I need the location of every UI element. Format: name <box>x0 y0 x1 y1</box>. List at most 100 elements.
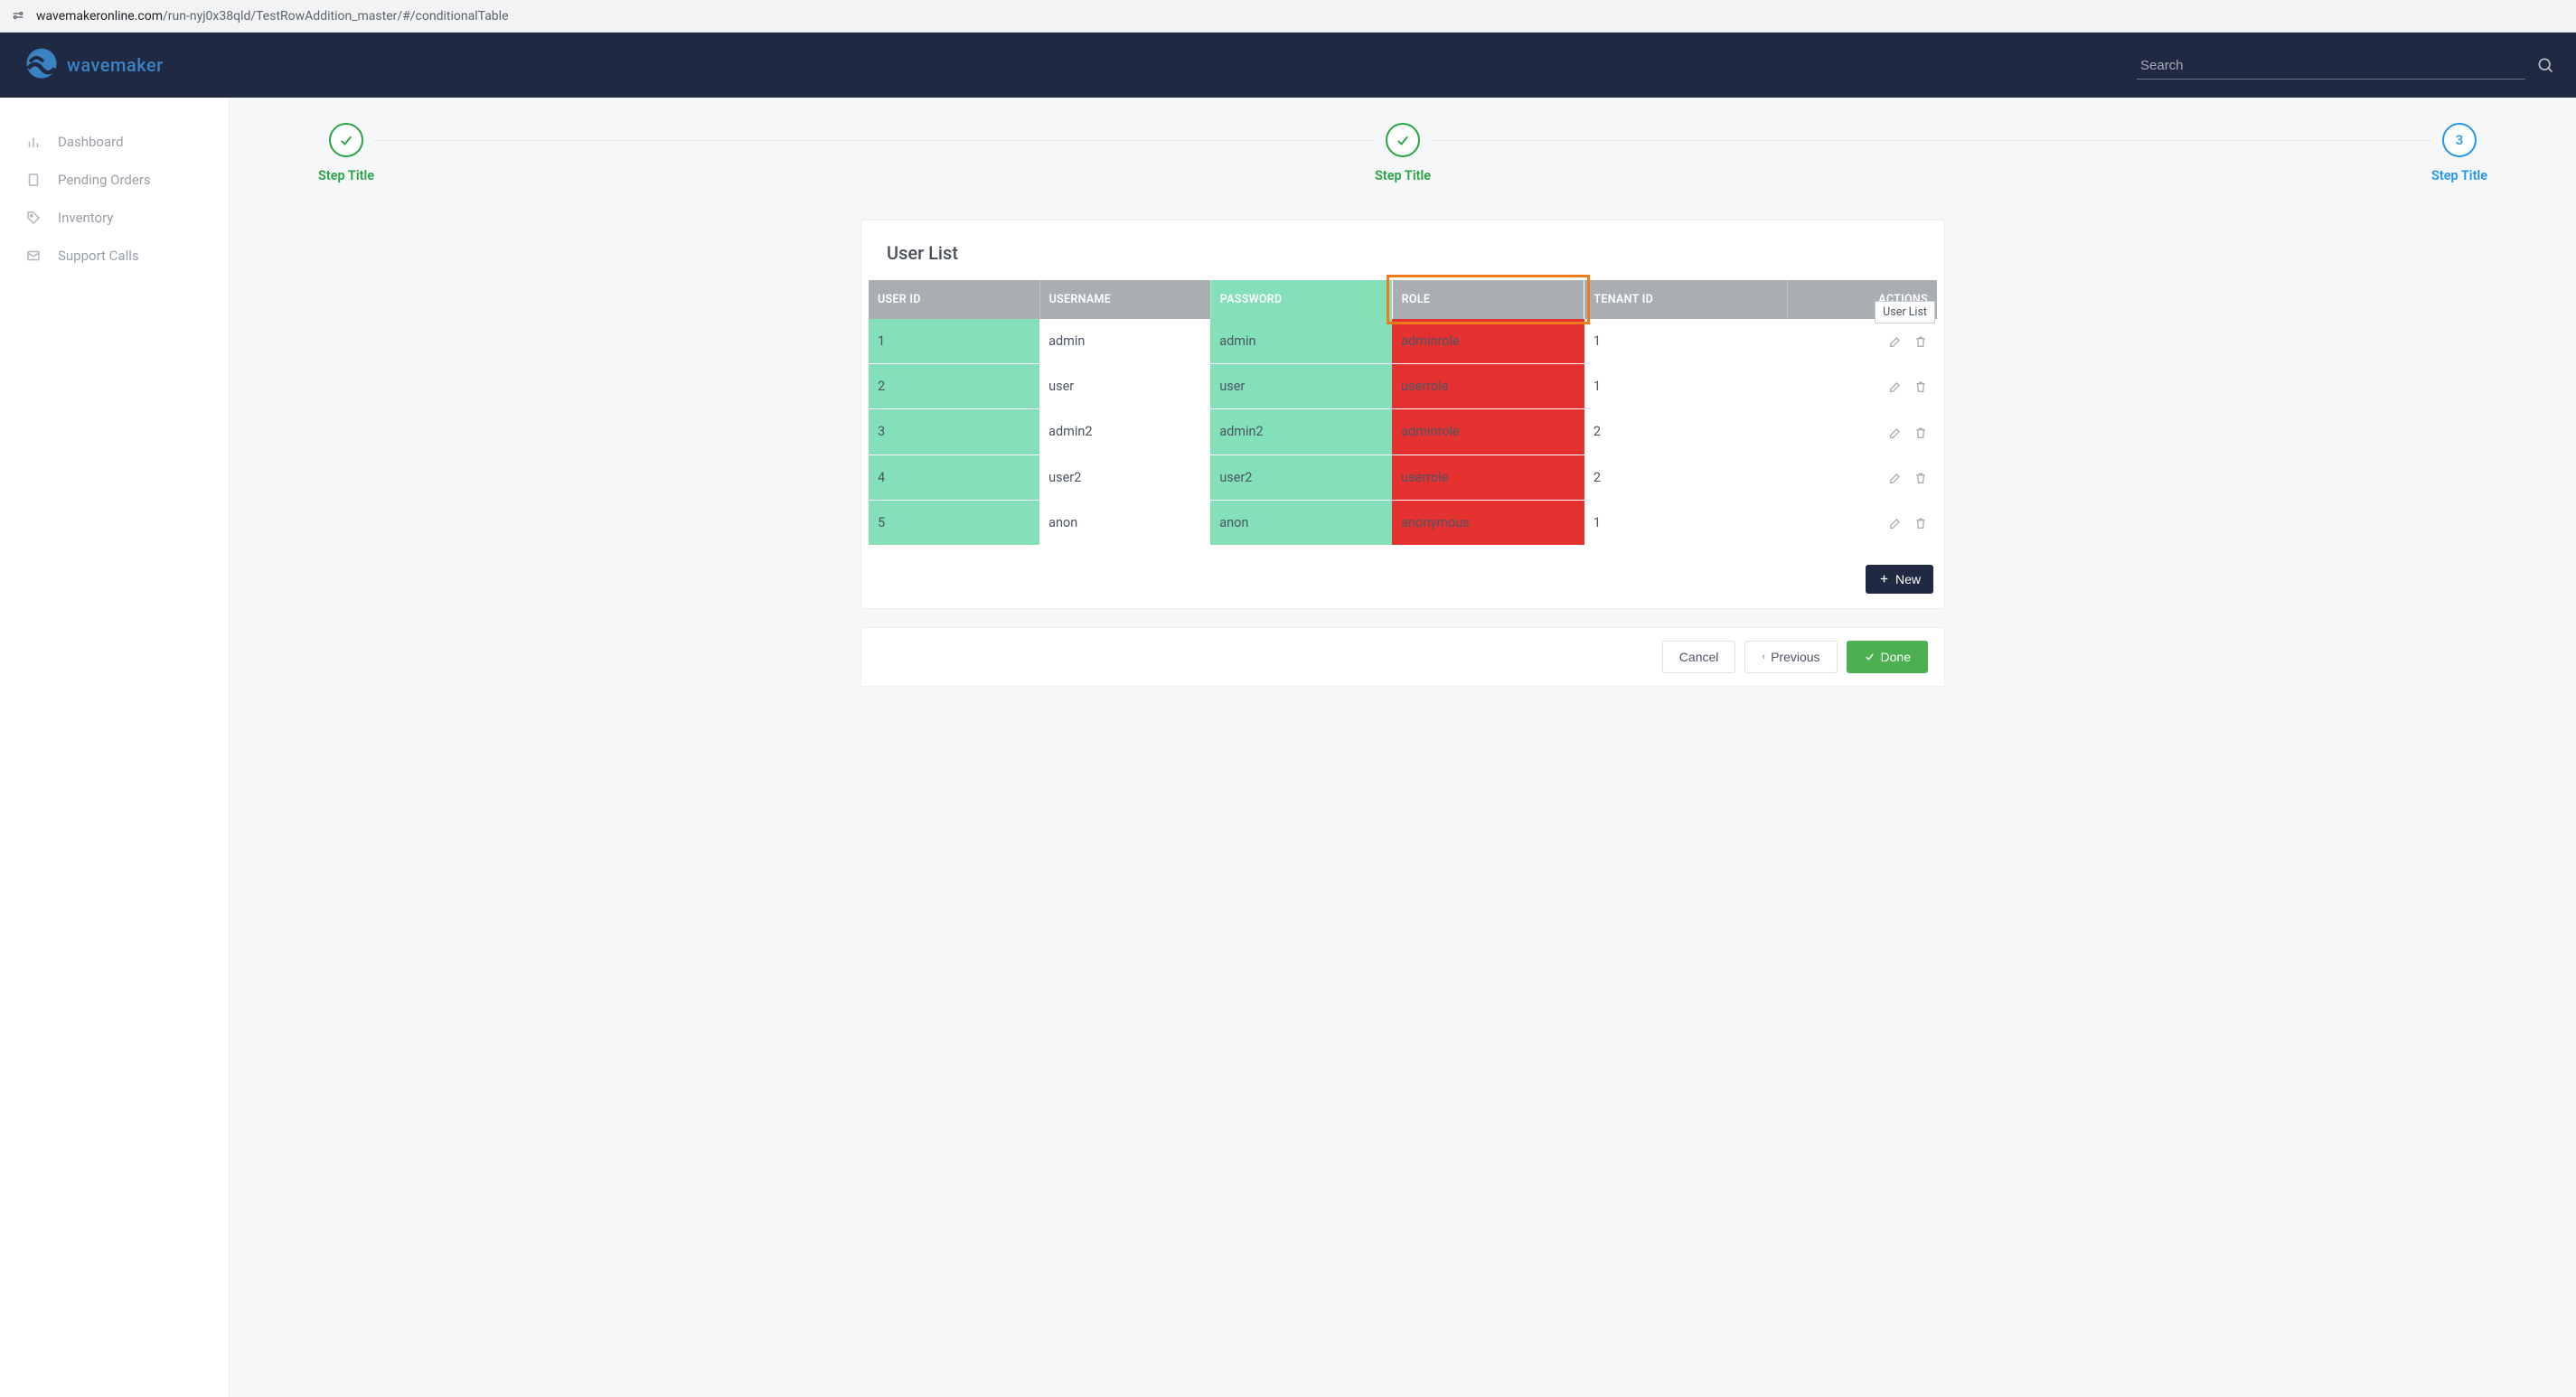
cell-role: adminrole <box>1392 409 1584 455</box>
cell-username: admin2 <box>1039 409 1210 455</box>
delete-icon[interactable] <box>1913 380 1928 394</box>
table-body: 1adminadminadminrole12useruseruserrole13… <box>869 319 1937 545</box>
cell-role: adminrole <box>1392 319 1584 364</box>
sidebar-item-label: Inventory <box>58 210 113 226</box>
table-row[interactable]: 3admin2admin2adminrole2 <box>869 409 1937 455</box>
step-3[interactable]: 3 Step Title <box>2431 123 2487 183</box>
cancel-label: Cancel <box>1679 650 1719 664</box>
cell-actions <box>1787 364 1937 409</box>
step-label: Step Title <box>1375 168 1431 183</box>
cell-actions <box>1787 500 1937 545</box>
edit-icon[interactable] <box>1888 334 1903 349</box>
brand-text: wavemaker <box>67 54 164 76</box>
delete-icon[interactable] <box>1913 516 1928 530</box>
edit-icon[interactable] <box>1888 380 1903 394</box>
cell-tenant-id: 2 <box>1584 455 1788 500</box>
sidebar-item-inventory[interactable]: Inventory <box>0 199 229 237</box>
new-button[interactable]: New <box>1866 565 1933 594</box>
cell-user-id: 5 <box>869 500 1039 545</box>
url-text[interactable]: wavemakeronline.com/run-nyj0x38qld/TestR… <box>36 9 509 23</box>
step-2[interactable]: Step Title <box>1375 123 1431 183</box>
cell-role: userrole <box>1392 364 1584 409</box>
sidebar-item-label: Pending Orders <box>58 172 151 188</box>
cell-actions <box>1787 409 1937 455</box>
delete-icon[interactable] <box>1913 334 1928 349</box>
url-host: wavemakeronline.com <box>36 9 163 23</box>
step-connector <box>1431 140 2431 141</box>
step-1[interactable]: Step Title <box>318 123 374 183</box>
cell-password: anon <box>1210 500 1392 545</box>
delete-icon[interactable] <box>1913 426 1928 440</box>
cell-tenant-id: 1 <box>1584 319 1788 364</box>
wizard-footer: Cancel ‹ Previous Done <box>860 627 1945 687</box>
tooltip-user-list: User List <box>1875 301 1935 323</box>
cell-actions <box>1787 319 1937 364</box>
col-tenant-id[interactable]: TENANT ID <box>1584 280 1788 319</box>
user-list-card: User List User List USER ID USERNAME PAS… <box>860 220 1945 609</box>
url-path: /run-nyj0x38qld/TestRowAddition_master/#… <box>163 9 509 23</box>
cell-username: admin <box>1039 319 1210 364</box>
cell-user-id: 2 <box>869 364 1039 409</box>
table-row[interactable]: 1adminadminadminrole1 <box>869 319 1937 364</box>
wizard-stepper: Step Title Step Title 3 Step Title <box>318 123 2487 183</box>
check-icon <box>338 132 354 148</box>
edit-icon[interactable] <box>1888 426 1903 440</box>
chart-icon <box>25 134 42 150</box>
col-role[interactable]: ROLE <box>1392 280 1584 319</box>
sidebar-item-label: Dashboard <box>58 134 124 150</box>
chevron-left-icon: ‹ <box>1762 652 1765 662</box>
sidebar-item-pending-orders[interactable]: Pending Orders <box>0 161 229 199</box>
col-password[interactable]: PASSWORD <box>1210 280 1392 319</box>
table-row[interactable]: 2useruseruserrole1 <box>869 364 1937 409</box>
sidebar: Dashboard Pending Orders Inventory Suppo… <box>0 98 230 1397</box>
search-icon[interactable] <box>2536 56 2554 74</box>
table-row[interactable]: 4user2user2userrole2 <box>869 455 1937 500</box>
cell-password: admin2 <box>1210 409 1392 455</box>
delete-icon[interactable] <box>1913 471 1928 485</box>
mail-icon <box>25 248 42 264</box>
step-connector <box>374 140 1375 141</box>
main-content: Step Title Step Title 3 Step Title User … <box>230 98 2576 1397</box>
cell-password: user <box>1210 364 1392 409</box>
cell-tenant-id: 2 <box>1584 409 1788 455</box>
cell-password: admin <box>1210 319 1392 364</box>
done-button[interactable]: Done <box>1847 641 1928 673</box>
cell-password: user2 <box>1210 455 1392 500</box>
step-number: 3 <box>2442 123 2477 157</box>
done-label: Done <box>1881 650 1911 664</box>
document-icon <box>25 172 42 188</box>
previous-label: Previous <box>1771 650 1819 664</box>
cell-username: user <box>1039 364 1210 409</box>
site-settings-icon[interactable] <box>11 8 27 24</box>
step-label: Step Title <box>318 168 374 183</box>
cancel-button[interactable]: Cancel <box>1662 641 1736 673</box>
table-row[interactable]: 5anonanonanonymous1 <box>869 500 1937 545</box>
cell-tenant-id: 1 <box>1584 364 1788 409</box>
sidebar-item-support-calls[interactable]: Support Calls <box>0 237 229 275</box>
table-header-row: USER ID USERNAME PASSWORD ROLE TENANT ID… <box>869 280 1937 319</box>
cell-user-id: 1 <box>869 319 1039 364</box>
card-title: User List <box>861 220 1944 280</box>
col-username[interactable]: USERNAME <box>1039 280 1210 319</box>
plus-icon <box>1878 573 1890 585</box>
search-input[interactable] <box>2137 51 2525 80</box>
user-table: USER ID USERNAME PASSWORD ROLE TENANT ID… <box>869 280 1937 545</box>
cell-username: anon <box>1039 500 1210 545</box>
cell-username: user2 <box>1039 455 1210 500</box>
edit-icon[interactable] <box>1888 516 1903 530</box>
step-label: Step Title <box>2431 168 2487 183</box>
check-icon <box>1395 132 1411 148</box>
sidebar-item-dashboard[interactable]: Dashboard <box>0 123 229 161</box>
sidebar-item-label: Support Calls <box>58 248 139 264</box>
cell-tenant-id: 1 <box>1584 500 1788 545</box>
cell-role: userrole <box>1392 455 1584 500</box>
brand-logo[interactable]: wavemaker <box>22 45 164 85</box>
cell-role: anonymous <box>1392 500 1584 545</box>
check-icon <box>1864 651 1876 662</box>
cell-user-id: 3 <box>869 409 1039 455</box>
app-header: wavemaker <box>0 33 2576 98</box>
previous-button[interactable]: ‹ Previous <box>1744 641 1837 673</box>
wavemaker-icon <box>22 45 61 85</box>
edit-icon[interactable] <box>1888 471 1903 485</box>
col-user-id[interactable]: USER ID <box>869 280 1039 319</box>
